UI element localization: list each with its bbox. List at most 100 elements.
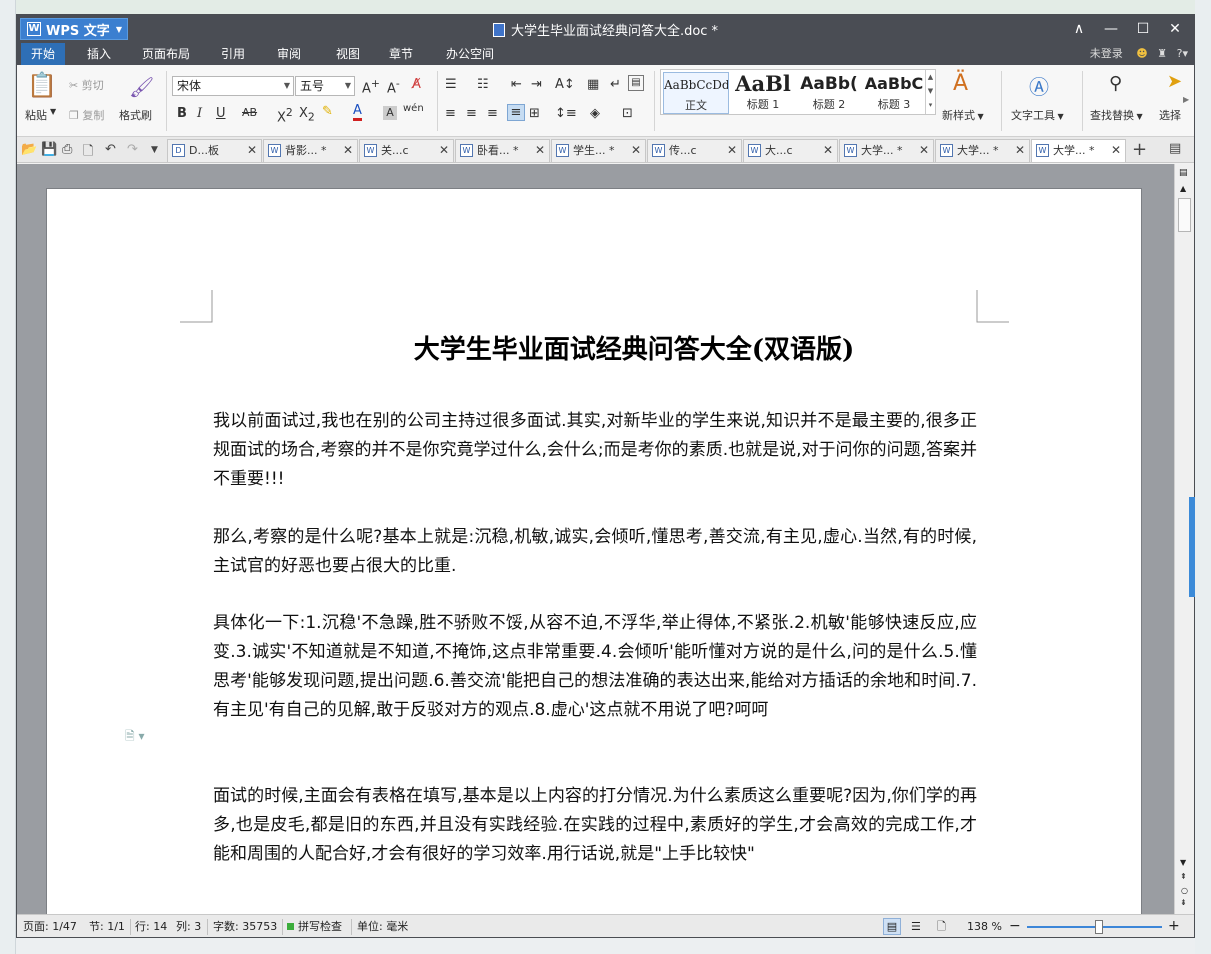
cut-button[interactable]: ✂ 剪切 xyxy=(69,77,104,93)
close-icon[interactable]: ✕ xyxy=(727,140,737,161)
login-link[interactable]: 未登录 xyxy=(1090,47,1123,60)
doc-tab[interactable]: W 大...c ✕ xyxy=(743,139,838,162)
align-left-icon[interactable]: ≡ xyxy=(445,106,456,121)
paragraph-options-icon[interactable]: 🗎 ▾ xyxy=(125,727,145,748)
table-icon[interactable]: ▦ xyxy=(587,77,599,92)
increase-indent-icon[interactable]: ⇥ xyxy=(531,77,542,92)
select-browse-object-icon[interactable]: ○ xyxy=(1181,886,1188,895)
close-icon[interactable]: ✕ xyxy=(439,140,449,161)
zoom-value[interactable]: 138 % xyxy=(967,915,1002,937)
shading-icon[interactable]: ◈ xyxy=(590,106,600,121)
distributed-icon[interactable]: ⊞ xyxy=(529,106,540,121)
align-right-icon[interactable]: ≡ xyxy=(487,106,498,121)
page-view-icon[interactable]: ▤ xyxy=(883,918,901,935)
decrease-indent-icon[interactable]: ⇤ xyxy=(511,77,522,92)
font-color-icon[interactable]: A xyxy=(353,104,362,121)
skin-icon[interactable]: ☻ xyxy=(1136,47,1147,60)
phonetic-guide-icon[interactable]: wén xyxy=(403,103,424,114)
find-replace-button[interactable]: 查找替换 ▼ xyxy=(1090,107,1143,123)
strikethrough-icon[interactable]: AB xyxy=(242,106,257,119)
document-page[interactable]: 大学生毕业面试经典问答大全(双语版) 我以前面试过,我也在别的公司主持过很多面试… xyxy=(46,188,1142,928)
web-view-icon[interactable]: 🗋 xyxy=(937,915,946,937)
zoom-out-icon[interactable]: − xyxy=(1009,915,1021,937)
new-style-icon[interactable]: Ä xyxy=(953,71,968,96)
doc-tab-active[interactable]: W 大学... * ✕ xyxy=(1031,139,1126,162)
scroll-up-icon[interactable]: ▲ xyxy=(1180,184,1186,193)
close-icon[interactable]: ✕ xyxy=(247,140,257,161)
superscript-icon[interactable]: X2 xyxy=(277,106,293,125)
line-spacing-icon[interactable]: ↕≡ xyxy=(555,106,577,121)
maximize-button[interactable]: ☐ xyxy=(1128,17,1158,41)
tab-references[interactable]: 引用 xyxy=(211,43,255,65)
grow-font-icon[interactable]: A+ xyxy=(362,77,380,96)
format-painter-button[interactable]: 格式刷 xyxy=(119,107,152,123)
format-painter-icon[interactable]: 🖌 xyxy=(129,75,154,99)
tab-insert[interactable]: 插入 xyxy=(77,43,121,65)
text-tools-button[interactable]: 文字工具 ▼ xyxy=(1011,107,1064,123)
font-family-select[interactable]: 宋体 ▼ xyxy=(172,76,294,96)
tab-page-layout[interactable]: 页面布局 xyxy=(132,43,200,65)
doc-tab[interactable]: W 大学... * ✕ xyxy=(839,139,934,162)
italic-icon[interactable]: I xyxy=(197,106,202,121)
close-icon[interactable]: ✕ xyxy=(823,140,833,161)
outline-view-icon[interactable]: ☰ xyxy=(911,915,921,937)
doc-tab[interactable]: W 传...c ✕ xyxy=(647,139,742,162)
close-icon[interactable]: ✕ xyxy=(535,140,545,161)
tab-office-space[interactable]: 办公空间 xyxy=(436,43,504,65)
numbered-list-icon[interactable]: ☷ xyxy=(477,77,489,92)
underline-icon[interactable]: U xyxy=(216,106,226,121)
prev-page-icon[interactable]: ⇞ xyxy=(1180,872,1187,881)
doc-tab[interactable]: W 卧看... * ✕ xyxy=(455,139,550,162)
chevron-down-icon[interactable]: ▼ xyxy=(151,145,158,155)
page-settings-icon[interactable]: ▤ xyxy=(1179,168,1188,178)
styles-scroll[interactable]: ▲ ▼ ▾ xyxy=(925,70,935,114)
paste-icon[interactable]: 📋 xyxy=(27,71,57,101)
show-grid-icon[interactable]: ▤ xyxy=(628,75,644,91)
style-heading-3[interactable]: AaBbC 标题 3 xyxy=(863,72,925,114)
minimize-button[interactable]: — xyxy=(1096,17,1126,41)
clear-format-icon[interactable]: A̸ xyxy=(412,77,421,92)
borders-icon[interactable]: ⊡ xyxy=(622,106,633,121)
tab-chapter[interactable]: 章节 xyxy=(379,43,423,65)
close-icon[interactable]: ✕ xyxy=(919,140,929,161)
doc-tab[interactable]: W 大学... * ✕ xyxy=(935,139,1030,162)
zoom-slider-knob[interactable] xyxy=(1095,920,1103,934)
doc-tab[interactable]: W 关...c ✕ xyxy=(359,139,454,162)
highlight-icon[interactable]: ✎ xyxy=(322,104,333,119)
close-icon[interactable]: ✕ xyxy=(1111,140,1121,161)
collapse-ribbon-button[interactable]: ∧ xyxy=(1064,17,1094,41)
print-preview-icon[interactable]: 🗋 xyxy=(83,142,93,164)
doc-tab[interactable]: W 学生... * ✕ xyxy=(551,139,646,162)
style-heading-2[interactable]: AaBb( 标题 2 xyxy=(797,72,861,114)
style-heading-1[interactable]: AaBl 标题 1 xyxy=(731,72,795,114)
new-tab-icon[interactable]: + xyxy=(1132,139,1147,160)
text-tools-icon[interactable]: Ⓐ xyxy=(1029,71,1049,100)
close-button[interactable]: ✕ xyxy=(1160,17,1190,41)
text-direction-icon[interactable]: A↕ xyxy=(555,77,575,92)
bold-icon[interactable]: B xyxy=(177,106,187,121)
chevron-down-icon[interactable]: ▼ xyxy=(50,107,56,116)
close-icon[interactable]: ✕ xyxy=(631,140,641,161)
subscript-icon[interactable]: X2 xyxy=(299,106,315,124)
save-icon[interactable]: 💾 xyxy=(41,142,57,157)
open-icon[interactable]: 📂 xyxy=(21,142,37,157)
scrollbar-thumb[interactable] xyxy=(1178,198,1191,232)
binoculars-icon[interactable]: ⚲ xyxy=(1109,73,1122,94)
shirt-icon[interactable]: ♜ xyxy=(1157,47,1167,60)
shrink-font-icon[interactable]: A- xyxy=(387,77,400,96)
char-shading-icon[interactable]: A xyxy=(383,106,397,120)
style-normal[interactable]: AaBbCcDd 正文 xyxy=(663,72,729,114)
tab-list-icon[interactable]: ▤ xyxy=(1169,141,1181,156)
bullet-list-icon[interactable]: ☰ xyxy=(445,77,457,92)
tab-review[interactable]: 审阅 xyxy=(267,43,311,65)
close-icon[interactable]: ✕ xyxy=(343,140,353,161)
copy-button[interactable]: ❐ 复制 xyxy=(69,107,104,123)
tab-home[interactable]: 开始 xyxy=(21,43,66,65)
spell-check-toggle[interactable]: 拼写检查 xyxy=(287,915,342,937)
close-icon[interactable]: ✕ xyxy=(1015,140,1025,161)
new-style-button[interactable]: 新样式 ▼ xyxy=(942,107,984,123)
doc-tab[interactable]: D D...板 ✕ xyxy=(167,139,262,162)
paragraph-mark-icon[interactable]: ↵ xyxy=(610,77,621,92)
align-center-icon[interactable]: ≡ xyxy=(466,106,477,121)
font-size-select[interactable]: 五号 ▼ xyxy=(295,76,355,96)
